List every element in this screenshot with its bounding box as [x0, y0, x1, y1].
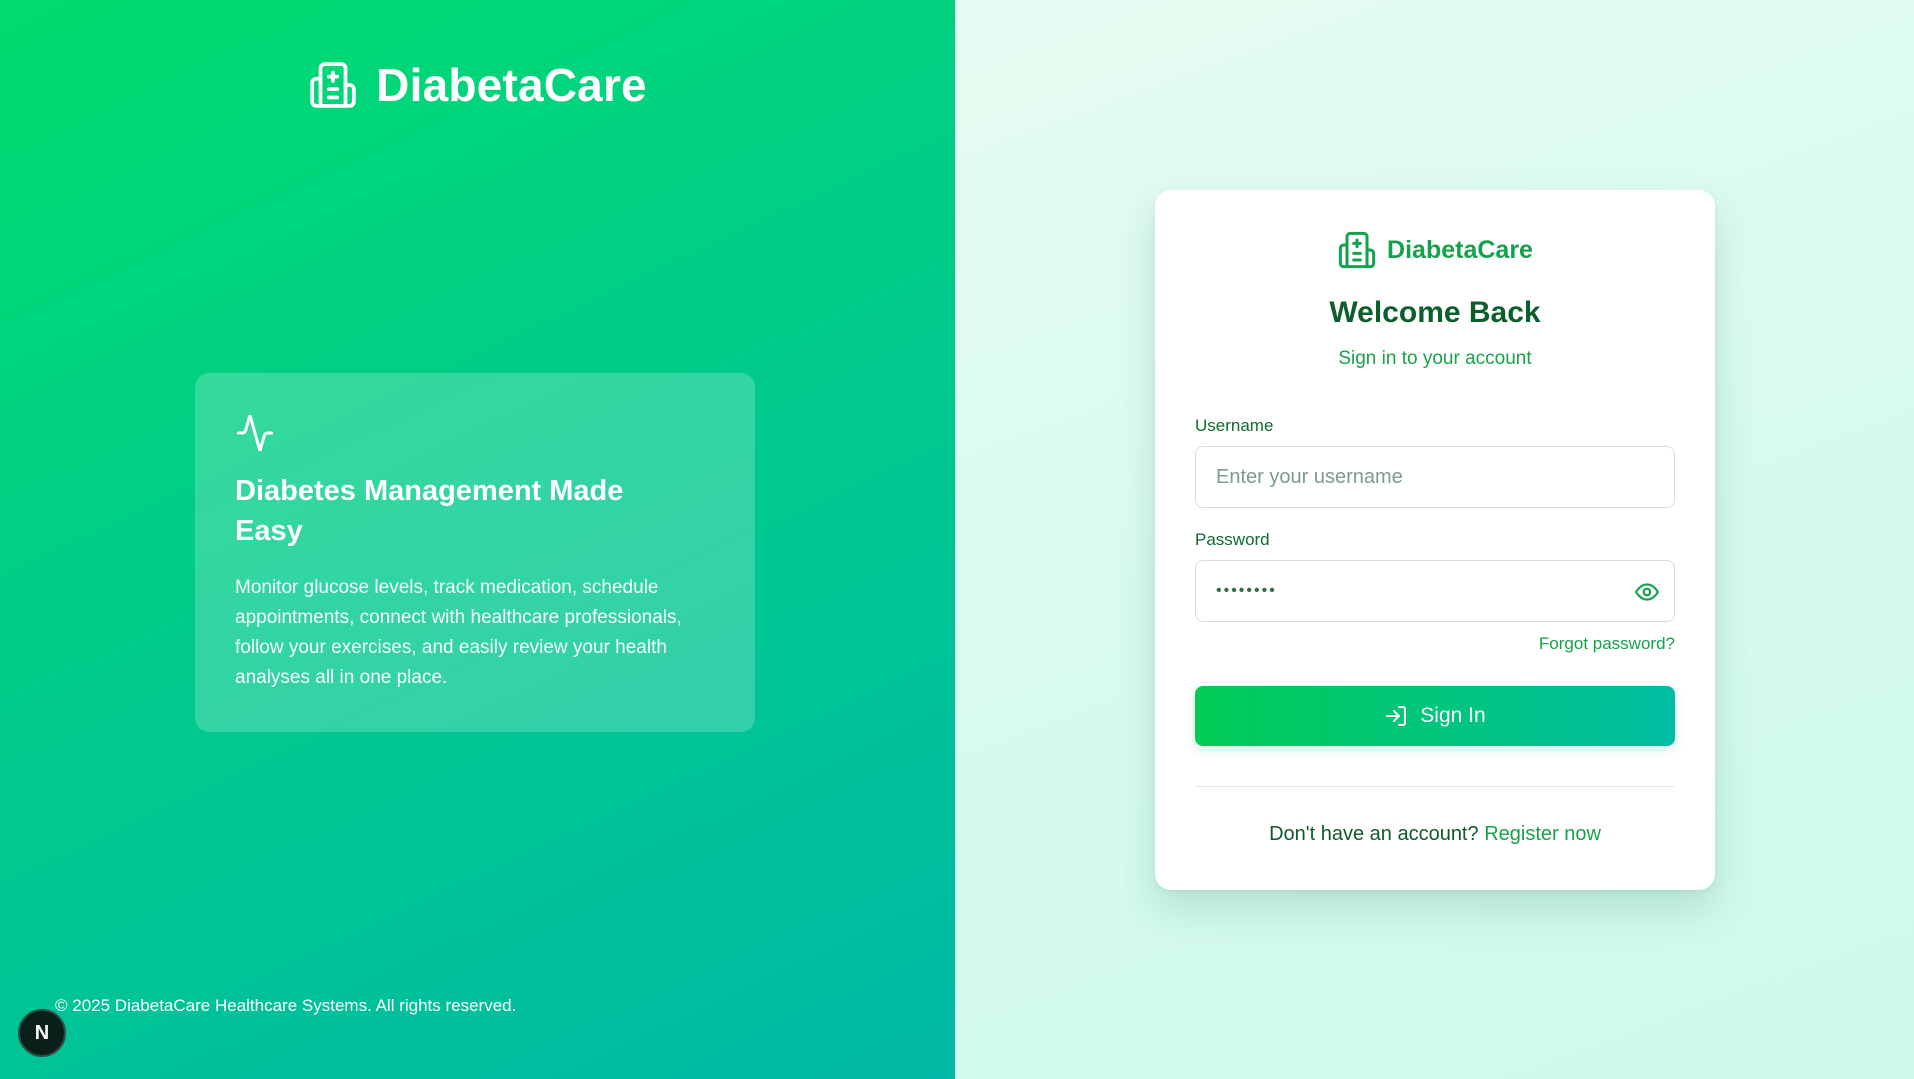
- password-field-wrapper: [1195, 560, 1675, 622]
- password-input[interactable]: [1196, 561, 1674, 621]
- hero-panel: DiabetaCare Diabetes Management Made Eas…: [0, 0, 955, 1079]
- card-brand: DiabetaCare: [1195, 230, 1675, 270]
- feature-title: Diabetes Management Made Easy: [235, 475, 624, 547]
- welcome-title: Welcome Back: [1329, 296, 1541, 329]
- dev-badge-label: N: [34, 1021, 50, 1044]
- hospital-icon: [310, 62, 356, 108]
- register-prompt: Don't have an account?: [1269, 823, 1479, 845]
- login-page: DiabetaCare Diabetes Management Made Eas…: [0, 0, 1914, 1079]
- log-in-icon: [1386, 706, 1407, 726]
- dev-tools-badge[interactable]: N: [18, 1009, 66, 1057]
- sign-in-label: Sign In: [1420, 704, 1486, 727]
- hospital-icon: [1338, 231, 1376, 269]
- username-label: Username: [1195, 416, 1274, 435]
- sign-in-button[interactable]: Sign In: [1195, 686, 1675, 746]
- eye-icon[interactable]: [1634, 579, 1660, 605]
- register-prompt-line: Don't have an account? Register now: [1195, 823, 1675, 846]
- login-card: DiabetaCare Welcome Back Sign in to your…: [1155, 190, 1715, 890]
- password-label: Password: [1195, 530, 1270, 549]
- login-panel: DiabetaCare Welcome Back Sign in to your…: [955, 0, 1914, 1079]
- hero-brand: DiabetaCare: [0, 58, 955, 112]
- username-input[interactable]: [1196, 447, 1674, 507]
- copyright-text: © 2025 DiabetaCare Healthcare Systems. A…: [55, 996, 517, 1015]
- feature-description: Monitor glucose levels, track medication…: [235, 577, 682, 688]
- welcome-subtitle: Sign in to your account: [1338, 348, 1532, 369]
- card-brand-name: DiabetaCare: [1387, 235, 1533, 264]
- divider: [1195, 786, 1675, 787]
- forgot-password-link[interactable]: Forgot password?: [1195, 634, 1675, 654]
- username-field-wrapper: [1195, 446, 1675, 508]
- register-link[interactable]: Register now: [1484, 823, 1601, 845]
- feature-card: Diabetes Management Made Easy Monitor gl…: [195, 373, 755, 732]
- activity-pulse-icon: [236, 414, 274, 452]
- hero-brand-name: DiabetaCare: [376, 59, 647, 111]
